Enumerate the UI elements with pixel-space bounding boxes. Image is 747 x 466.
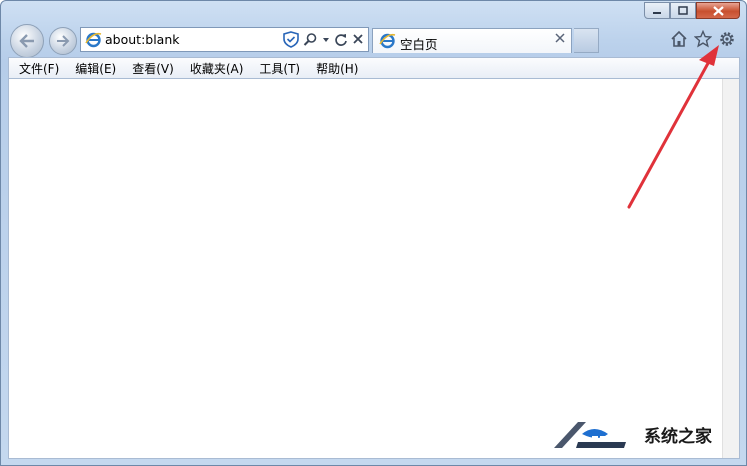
refresh-icon[interactable] xyxy=(334,32,348,47)
menu-view[interactable]: 查看(V) xyxy=(132,60,174,77)
back-button[interactable] xyxy=(10,24,44,58)
browser-window: about:blank 空白页 文件(F) 编辑(E) 查看(V) 收藏夹(A)… xyxy=(0,0,747,466)
home-icon[interactable] xyxy=(670,30,688,48)
watermark: 系统之家 xyxy=(548,409,744,459)
gear-icon[interactable] xyxy=(718,30,736,48)
maximize-icon xyxy=(678,6,688,15)
forward-button[interactable] xyxy=(49,27,77,55)
vertical-scrollbar[interactable] xyxy=(722,79,739,458)
back-arrow-icon xyxy=(19,34,34,48)
close-icon xyxy=(712,5,724,16)
new-tab-button[interactable] xyxy=(574,28,599,53)
address-tools xyxy=(283,31,364,48)
shield-icon[interactable] xyxy=(283,31,299,48)
address-bar[interactable]: about:blank xyxy=(80,27,369,52)
command-icons xyxy=(670,30,736,48)
search-icon[interactable] xyxy=(303,32,318,47)
tab-close-button[interactable] xyxy=(555,32,565,47)
forward-arrow-icon xyxy=(57,35,70,47)
tab-blank-page[interactable]: 空白页 xyxy=(372,28,572,53)
maximize-button[interactable] xyxy=(670,2,696,19)
favorites-star-icon[interactable] xyxy=(694,30,712,48)
stop-icon[interactable] xyxy=(352,32,364,47)
address-url[interactable]: about:blank xyxy=(105,32,180,47)
minimize-button[interactable] xyxy=(644,2,670,19)
menu-favorites[interactable]: 收藏夹(A) xyxy=(190,60,244,77)
close-button[interactable] xyxy=(696,2,740,19)
minimize-icon xyxy=(653,11,661,14)
menu-edit[interactable]: 编辑(E) xyxy=(75,60,116,77)
menu-file[interactable]: 文件(F) xyxy=(19,60,59,77)
ie-tab-icon xyxy=(379,33,396,49)
watermark-logo-icon xyxy=(554,422,626,448)
menu-bar: 文件(F) 编辑(E) 查看(V) 收藏夹(A) 工具(T) 帮助(H) xyxy=(8,57,740,79)
tab-label: 空白页 xyxy=(400,37,438,52)
menu-tools[interactable]: 工具(T) xyxy=(259,60,300,77)
dropdown-icon[interactable] xyxy=(322,32,330,47)
caption-buttons xyxy=(644,2,740,19)
menu-help[interactable]: 帮助(H) xyxy=(316,60,358,77)
page-content[interactable] xyxy=(8,79,740,459)
ie-page-icon xyxy=(85,32,102,48)
close-tab-icon xyxy=(555,33,565,43)
watermark-text: 系统之家 xyxy=(644,426,712,447)
